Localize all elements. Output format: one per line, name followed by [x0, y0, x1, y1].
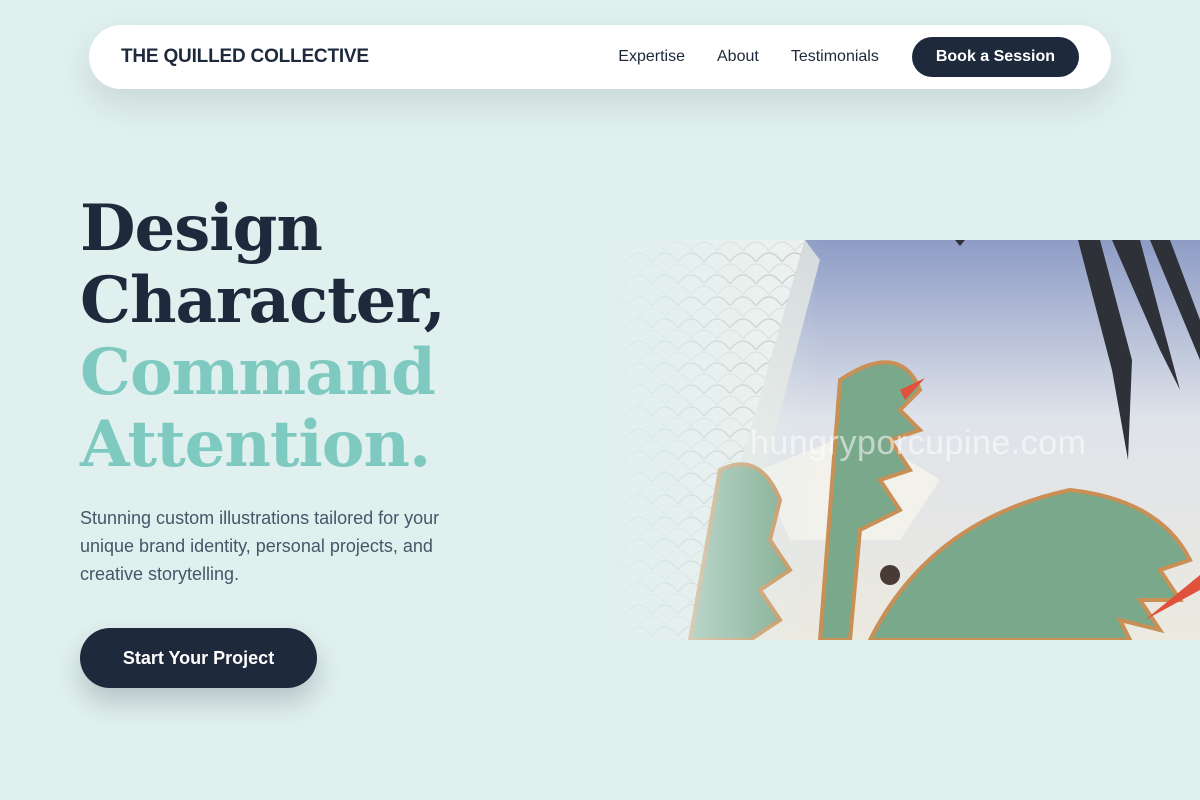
start-project-button[interactable]: Start Your Project	[80, 628, 317, 688]
hero-title-line-3: Command	[80, 335, 436, 410]
nav-links: Expertise About Testimonials Book a Sess…	[618, 37, 1079, 77]
nav-link-testimonials[interactable]: Testimonials	[791, 48, 879, 66]
hero-title-line-1: Design	[80, 191, 323, 266]
nav-link-expertise[interactable]: Expertise	[618, 48, 685, 66]
artwork-illustration	[600, 240, 1200, 640]
hero-title-line-2: Character,	[80, 263, 446, 338]
hero-artwork: hungryporcupine.com	[600, 240, 1200, 640]
hero-title-line-4: Attention.	[80, 407, 431, 482]
nav-link-about[interactable]: About	[717, 48, 759, 66]
brand-logo-text[interactable]: THE QUILLED COLLECTIVE	[121, 46, 369, 68]
book-session-button[interactable]: Book a Session	[911, 37, 1079, 77]
hero-title: Design Character, Command Attention.	[80, 193, 600, 481]
hero-subtitle: Stunning custom illustrations tailored f…	[80, 508, 440, 584]
top-navbar: THE QUILLED COLLECTIVE Expertise About T…	[89, 25, 1111, 89]
landing-page: THE QUILLED COLLECTIVE Expertise About T…	[0, 0, 1200, 800]
